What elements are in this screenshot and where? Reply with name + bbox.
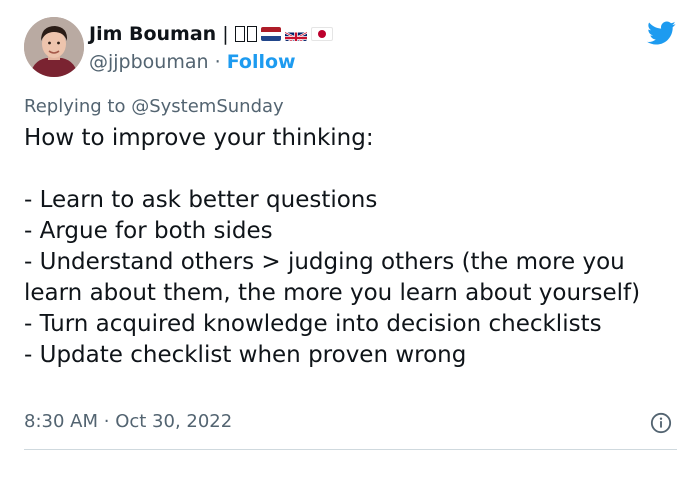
missing-glyph-icon bbox=[246, 26, 257, 42]
reply-target-link[interactable]: @SystemSunday bbox=[131, 96, 283, 117]
name-separator: | bbox=[222, 23, 229, 45]
tweet-line: How to improve your thinking: bbox=[24, 125, 374, 151]
twitter-bird-icon[interactable] bbox=[644, 18, 678, 48]
reply-context: Replying to @SystemSunday bbox=[24, 95, 284, 119]
tweet-time: 8:30 AM bbox=[24, 411, 98, 432]
handle-separator: · bbox=[214, 51, 221, 73]
author-name-row[interactable]: Jim Bouman | bbox=[89, 22, 333, 46]
divider bbox=[24, 449, 677, 450]
tweet-line: - Argue for both sides bbox=[24, 218, 273, 244]
reply-prefix: Replying to bbox=[24, 96, 126, 117]
follow-button[interactable]: Follow bbox=[227, 51, 296, 73]
avatar[interactable] bbox=[24, 17, 84, 77]
author-handle[interactable]: @jjpbouman bbox=[89, 51, 209, 73]
netherlands-flag-icon bbox=[260, 27, 281, 41]
timestamp-separator: · bbox=[103, 411, 110, 432]
tweet-date: Oct 30, 2022 bbox=[115, 411, 233, 432]
tweet-line: - Understand others > judging others (th… bbox=[24, 249, 641, 306]
avatar-photo bbox=[24, 17, 84, 77]
author-display-name[interactable]: Jim Bouman bbox=[89, 22, 216, 46]
uk-flag-icon bbox=[284, 27, 307, 41]
tweet-line: - Turn acquired knowledge into decision … bbox=[24, 311, 602, 337]
missing-glyph-icon bbox=[234, 26, 245, 42]
tweet-timestamp[interactable]: 8:30 AM · Oct 30, 2022 bbox=[24, 410, 232, 434]
tweet-text: How to improve your thinking: - Learn to… bbox=[24, 123, 684, 371]
tweet-line bbox=[24, 154, 684, 185]
japan-flag-icon bbox=[310, 27, 333, 41]
flags bbox=[260, 27, 333, 41]
tweet-line: - Update checklist when proven wrong bbox=[24, 342, 467, 368]
tweet-line: - Learn to ask better questions bbox=[24, 187, 378, 213]
tweet-card: Jim Bouman | @jjpbouman · Follow Replyin… bbox=[0, 0, 700, 502]
author-handle-row: @jjpbouman · Follow bbox=[89, 50, 296, 74]
info-icon[interactable] bbox=[650, 412, 672, 434]
